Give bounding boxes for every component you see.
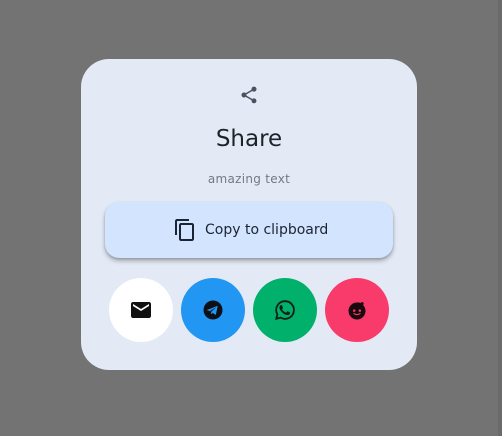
share-telegram-button[interactable] [181, 278, 245, 342]
whatsapp-icon [275, 300, 295, 320]
dialog-subtitle: amazing text [207, 172, 291, 186]
share-email-button[interactable] [109, 278, 173, 342]
window-edge [498, 0, 502, 436]
copy-icon [175, 219, 194, 241]
share-whatsapp-button[interactable] [253, 278, 317, 342]
share-reddit-button[interactable] [325, 278, 389, 342]
copy-to-clipboard-button[interactable]: Copy to clipboard [105, 202, 393, 258]
share-icon [241, 86, 257, 104]
copy-button-label: Copy to clipboard [205, 222, 329, 238]
email-icon [131, 302, 151, 318]
share-dialog: Share amazing text Copy to clipboard [81, 59, 417, 370]
telegram-icon [203, 300, 223, 320]
reddit-icon [348, 302, 366, 320]
dialog-title: Share [215, 126, 283, 152]
